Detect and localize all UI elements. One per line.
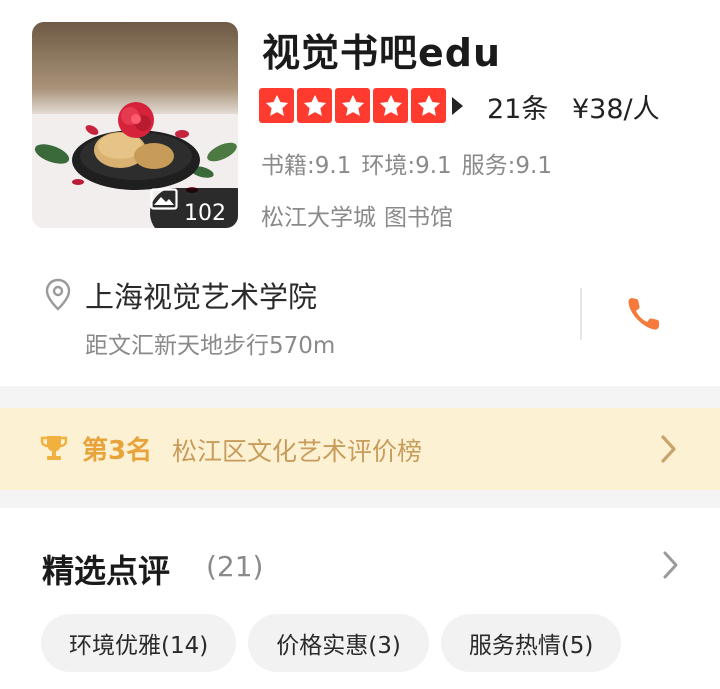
star-icon xyxy=(373,88,408,123)
star-icon xyxy=(297,88,332,123)
chip-price[interactable]: 价格实惠(3) xyxy=(248,614,429,672)
rank-position: 第3名 xyxy=(82,436,153,466)
section-count: (21) xyxy=(206,550,264,583)
chip-service[interactable]: 服务热情(5) xyxy=(440,614,622,672)
price-per-person: ¥38/人 xyxy=(572,94,660,125)
star-rating[interactable] xyxy=(259,88,446,123)
shop-thumbnail[interactable]: 102 xyxy=(32,22,238,228)
shop-name: 视觉书吧edu xyxy=(262,31,502,75)
ranking-banner[interactable]: 第3名 松江区文化艺术评价榜 xyxy=(0,408,720,490)
image-icon xyxy=(150,188,178,210)
featured-reviews-section: 精选点评 (21) 环境优雅(14) 价格实惠(3) 服务热情(5) xyxy=(0,508,720,689)
rank-list-name: 松江区文化艺术评价榜 xyxy=(172,437,423,466)
address-distance: 距文汇新天地步行570m xyxy=(85,333,336,359)
star-icon xyxy=(259,88,294,123)
shop-tags: 松江大学城 图书馆 xyxy=(261,198,461,232)
phone-icon[interactable] xyxy=(622,292,666,336)
location-pin-icon xyxy=(45,278,71,311)
review-tag-chips: 环境优雅(14) 价格实惠(3) 服务热情(5) xyxy=(41,614,622,672)
star-icon xyxy=(411,88,446,123)
chevron-right-icon[interactable] xyxy=(662,550,680,580)
score-books: 书籍:9.1 xyxy=(261,153,352,179)
section-gap xyxy=(0,386,720,408)
tag-category[interactable]: 图书馆 xyxy=(384,205,453,231)
section-gap xyxy=(0,490,720,508)
chip-environment[interactable]: 环境优雅(14) xyxy=(41,614,237,672)
photo-count-badge[interactable]: 102 xyxy=(150,188,238,228)
trophy-icon xyxy=(40,436,68,460)
tag-area[interactable]: 松江大学城 xyxy=(261,205,376,231)
rating-arrow-icon[interactable] xyxy=(452,97,463,115)
shop-header: 102 视觉书吧edu 21条 ¥38/人 书籍:9.1 环境:9.1 服务:9.1… xyxy=(0,0,720,258)
section-title[interactable]: 精选点评 xyxy=(42,546,170,592)
divider xyxy=(580,288,582,340)
score-environment: 环境:9.1 xyxy=(361,153,452,179)
chevron-right-icon xyxy=(661,435,676,463)
review-count[interactable]: 21条 xyxy=(487,87,548,126)
address-row[interactable]: 上海视觉艺术学院 距文汇新天地步行570m xyxy=(0,258,720,386)
address-name: 上海视觉艺术学院 xyxy=(85,280,318,314)
sub-scores: 书籍:9.1 环境:9.1 服务:9.1 xyxy=(261,146,562,180)
star-icon xyxy=(335,88,370,123)
photo-count-label: 102 xyxy=(184,200,226,226)
score-service: 服务:9.1 xyxy=(461,153,552,179)
